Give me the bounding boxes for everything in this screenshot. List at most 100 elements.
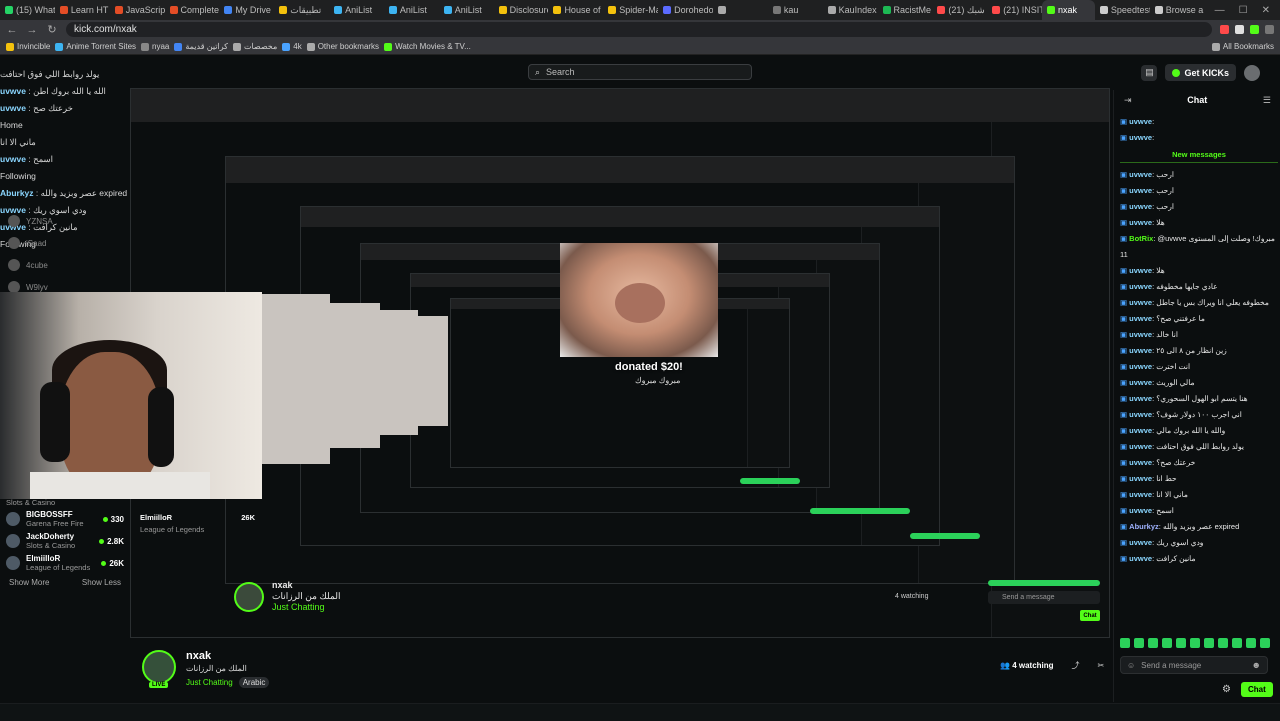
browser-tab[interactable]: تطبيقات: [274, 0, 329, 20]
followed-channel[interactable]: 4cube: [8, 254, 123, 276]
forward-icon[interactable]: →: [26, 24, 38, 36]
channel-avatar[interactable]: LIVE: [142, 650, 176, 688]
extension-icon[interactable]: [1235, 25, 1244, 34]
chat-username[interactable]: Aburkyz: [1129, 522, 1159, 531]
browser-tab[interactable]: House of: [548, 0, 603, 20]
chat-username[interactable]: uvwve: [1129, 314, 1152, 323]
chat-username[interactable]: BotRix: [1129, 234, 1153, 243]
browser-tab[interactable]: (21) INSIT: [987, 0, 1042, 20]
browser-tab[interactable]: AniList: [384, 0, 439, 20]
chat-username[interactable]: uvwve: [1129, 298, 1152, 307]
browser-tab[interactable]: JavaScript: [110, 0, 165, 20]
channel-name[interactable]: nxak: [186, 650, 269, 662]
browser-tab[interactable]: RacistMe: [878, 0, 933, 20]
category-link[interactable]: Just Chatting: [186, 678, 233, 687]
channel-item[interactable]: ElmiilloR League of Legends 26K: [6, 552, 124, 574]
emote-icon[interactable]: [1176, 638, 1186, 648]
channel-item[interactable]: JackDoherty Slots & Casino 2.8K: [6, 530, 124, 552]
maximize-icon[interactable]: ☐: [1239, 5, 1248, 16]
browser-tab[interactable]: Dorohedo: [658, 0, 713, 20]
get-kicks-button[interactable]: Get KICKs: [1165, 64, 1236, 81]
emote-icon[interactable]: [1260, 638, 1270, 648]
share-icon[interactable]: ⤴: [1072, 660, 1080, 671]
chat-username[interactable]: uvwve: [1129, 186, 1152, 195]
extension-icon[interactable]: [1220, 25, 1229, 34]
chat-username[interactable]: uvwve: [1129, 410, 1152, 419]
all-bookmarks[interactable]: All Bookmarks: [1211, 42, 1274, 51]
chat-username[interactable]: uvwve: [1129, 218, 1152, 227]
chat-username[interactable]: uvwve: [1129, 394, 1152, 403]
bookmark-old-boxes[interactable]: كراتين قديمة: [174, 42, 228, 51]
chat-username[interactable]: uvwve: [1129, 117, 1152, 126]
chat-send-button[interactable]: Chat: [1240, 682, 1273, 697]
emote-icon[interactable]: [1162, 638, 1172, 648]
emoji-icon[interactable]: ☻: [1252, 660, 1261, 670]
chat-username[interactable]: uvwve: [1129, 330, 1152, 339]
emote-icon[interactable]: [1148, 638, 1158, 648]
show-more-button[interactable]: Show More: [9, 578, 49, 587]
browser-tab[interactable]: nxak: [1042, 0, 1095, 20]
browser-tab[interactable]: (21) شبك: [932, 0, 987, 20]
browser-tab[interactable]: AniList: [439, 0, 494, 20]
browser-tab[interactable]: Browse a: [1150, 0, 1205, 20]
chat-username[interactable]: uvwve: [1129, 554, 1152, 563]
browser-tab[interactable]: Learn HT: [55, 0, 110, 20]
emote-icon[interactable]: [1204, 638, 1214, 648]
chat-username[interactable]: uvwve: [1129, 458, 1152, 467]
send-message-input[interactable]: ☺ Send a message ☻: [1120, 656, 1268, 674]
browser-tab[interactable]: Spider-Ma: [603, 0, 658, 20]
bookmark-invincible[interactable]: Invincible: [6, 42, 50, 51]
bookmark-watch-movies[interactable]: Watch Movies & TV...: [384, 42, 471, 51]
browser-tab[interactable]: [713, 0, 768, 20]
chat-username[interactable]: uvwve: [1129, 538, 1152, 547]
chat-username[interactable]: uvwve: [1129, 133, 1152, 142]
close-icon[interactable]: ✕: [1262, 5, 1270, 16]
emote-icon[interactable]: [1190, 638, 1200, 648]
browser-tab[interactable]: My Drive: [219, 0, 274, 20]
chat-settings-icon[interactable]: ☺: [1127, 661, 1135, 670]
browse-icon[interactable]: ▤: [1141, 64, 1158, 81]
chat-username[interactable]: uvwve: [1129, 490, 1152, 499]
browser-tab[interactable]: (15) Whats: [0, 0, 55, 20]
emote-icon[interactable]: [1232, 638, 1242, 648]
video-player[interactable]: donated $20! مبروك مبروك nxak الملك من ا…: [130, 88, 1110, 638]
user-avatar[interactable]: [1244, 64, 1260, 81]
chat-username[interactable]: uvwve: [1129, 506, 1152, 515]
extension-icon[interactable]: [1250, 25, 1259, 34]
chat-username[interactable]: uvwve: [1129, 362, 1152, 371]
emote-icon[interactable]: [1120, 638, 1130, 648]
browser-tab[interactable]: AniList: [329, 0, 384, 20]
followed-channel[interactable]: iSaad: [8, 232, 123, 254]
profile-icon[interactable]: [1265, 25, 1274, 34]
collapse-chat-icon[interactable]: ⇥: [1124, 95, 1132, 106]
followed-channel[interactable]: YZNSA: [8, 210, 123, 232]
language-tag[interactable]: Arabic: [238, 677, 270, 688]
emote-icon[interactable]: [1218, 638, 1228, 648]
emote-icon[interactable]: [1246, 638, 1256, 648]
chat-username[interactable]: uvwve: [1129, 426, 1152, 435]
chat-username[interactable]: uvwve: [1129, 170, 1152, 179]
show-less-button[interactable]: Show Less: [82, 578, 121, 587]
chat-username[interactable]: uvwve: [1129, 266, 1152, 275]
chat-username[interactable]: uvwve: [1129, 378, 1152, 387]
chat-username[interactable]: uvwve: [1129, 202, 1152, 211]
url-field[interactable]: kick.com/nxak: [66, 22, 1212, 37]
browser-tab[interactable]: Disclosure: [494, 0, 548, 20]
clip-icon[interactable]: ✂: [1098, 661, 1105, 670]
chat-username[interactable]: uvwve: [1129, 282, 1152, 291]
chat-username[interactable]: uvwve: [1129, 346, 1152, 355]
bookmark-custom[interactable]: مخصصات: [232, 42, 277, 51]
bookmark-nyaa[interactable]: nyaa: [141, 42, 169, 51]
bookmark-4k[interactable]: 4k: [282, 42, 302, 51]
channel-item[interactable]: BIGBOSSFF Garena Free Fire 330: [6, 508, 124, 530]
chat-users-icon[interactable]: ☰: [1263, 95, 1271, 106]
chat-username[interactable]: uvwve: [1129, 442, 1152, 451]
emote-icon[interactable]: [1134, 638, 1144, 648]
browser-tab[interactable]: Complete: [165, 0, 220, 20]
browser-tab[interactable]: kau: [768, 0, 823, 20]
reload-icon[interactable]: ↻: [46, 23, 58, 36]
search-input[interactable]: ⌕ Search: [528, 64, 752, 80]
chat-username[interactable]: uvwve: [1129, 474, 1152, 483]
back-icon[interactable]: ←: [6, 24, 18, 36]
browser-tab[interactable]: Speedtest: [1095, 0, 1150, 20]
